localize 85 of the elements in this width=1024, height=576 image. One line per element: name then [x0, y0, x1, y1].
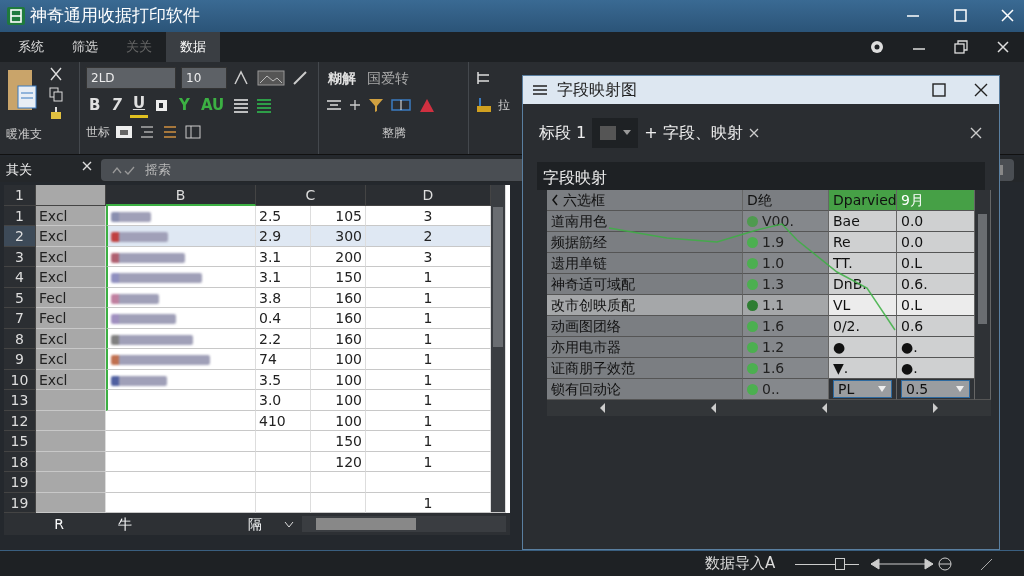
table-cell: Excl: [36, 369, 106, 390]
table-cell: Fecl: [36, 308, 106, 329]
table-cell-text: 1.6: [762, 358, 785, 378]
table-cell-text: Bae: [833, 211, 860, 231]
table-cell-text: 0.L: [901, 295, 923, 315]
table-cell-text: Re: [833, 232, 851, 252]
table-cell-text: VL: [833, 295, 851, 315]
group-label: 暖准支: [6, 126, 43, 143]
table-cell-text: ●.: [901, 358, 918, 378]
table-cell: Excl: [36, 205, 106, 226]
table-cell: Excl: [36, 226, 106, 247]
table-cell: 2.9: [256, 226, 311, 247]
table-cell-text: 1.0: [762, 253, 785, 273]
table-cell: 160: [311, 287, 366, 308]
table-cell: 100: [311, 369, 366, 390]
window-title: 神奇通用收据打印软件: [30, 4, 200, 28]
table-cell: 150: [311, 267, 366, 288]
table-cell: 100: [311, 390, 366, 411]
table-cell: Excl: [36, 267, 106, 288]
table-cell: 动画图团络: [547, 316, 743, 337]
filter-label: 标段 1: [539, 122, 587, 144]
table-cell: 300: [311, 226, 366, 247]
section-title: 字段映射: [537, 162, 985, 190]
table-cell-text: 0.6: [901, 316, 924, 336]
table-cell-text: 1.2: [762, 337, 785, 357]
table-cell: 2.2: [256, 328, 311, 349]
group-label: 拉: [498, 97, 510, 114]
table-cell-text: ●: [833, 337, 846, 357]
table-cell-text: ●.: [901, 337, 918, 357]
table-cell: 神奇适可域配: [547, 274, 743, 295]
table-cell: Excl: [36, 328, 106, 349]
table-cell: 0.4: [256, 308, 311, 329]
table-cell: Fecl: [36, 287, 106, 308]
table-cell-text: 0..: [762, 379, 780, 399]
table-cell: 锁有回动论: [547, 379, 743, 400]
table-cell: 1: [366, 369, 491, 390]
dialog-title: 字段映射图: [557, 79, 637, 101]
table-cell-text: 0.6.: [901, 274, 928, 294]
table-cell: 3: [366, 246, 491, 267]
table-cell-text: 0/2.: [833, 316, 860, 336]
table-cell-text: TT.: [833, 253, 853, 273]
table-cell-text: 0.0: [901, 211, 924, 231]
table-cell: 1: [366, 431, 491, 452]
table-cell-text: 1.6: [762, 316, 785, 336]
table-cell: 3.8: [256, 287, 311, 308]
table-cell: 1: [366, 390, 491, 411]
table-cell: Excl: [36, 349, 106, 370]
table-cell: 1: [366, 267, 491, 288]
table-cell: 改市创映质配: [547, 295, 743, 316]
table-cell: 410: [256, 410, 311, 431]
group-label: 世标: [86, 124, 110, 141]
table-cell: 1: [366, 287, 491, 308]
table-cell: 160: [311, 308, 366, 329]
table-cell: 200: [311, 246, 366, 267]
table-cell-text: 1.1: [762, 295, 785, 315]
table-cell: 3.5: [256, 369, 311, 390]
table-cell: 1: [366, 451, 491, 472]
status-text: 数据导入A: [705, 553, 776, 575]
table-cell-text: 1.9: [762, 232, 785, 252]
table-cell: 1: [366, 328, 491, 349]
table-cell: 100: [311, 410, 366, 431]
table-cell: 3.1: [256, 246, 311, 267]
table-cell: 频据筋经: [547, 232, 743, 253]
table-cell: 160: [311, 328, 366, 349]
table-cell: 120: [311, 451, 366, 472]
table-cell: 74: [256, 349, 311, 370]
table-cell: 1: [366, 410, 491, 431]
table-cell: 证商朋子效范: [547, 358, 743, 379]
group-label: 整腾: [380, 125, 407, 142]
table-cell: 3.1: [256, 267, 311, 288]
table-cell-text: 0.L: [901, 253, 923, 273]
table-cell: 2: [366, 226, 491, 247]
table-cell: 亦用电市器: [547, 337, 743, 358]
table-cell: 3.0: [256, 390, 311, 411]
table-cell: 道南用色: [547, 211, 743, 232]
table-cell-text: 1.3: [762, 274, 785, 294]
table-cell: 150: [311, 431, 366, 452]
table-cell: 1: [366, 349, 491, 370]
table-cell: 遗用单链: [547, 253, 743, 274]
table-cell-text: ▼.: [833, 358, 849, 378]
table-cell-text: V00.: [762, 211, 794, 231]
table-cell: 1: [366, 308, 491, 329]
table-cell: 100: [311, 349, 366, 370]
table-cell: Excl: [36, 246, 106, 267]
table-cell-text: 0.0: [901, 232, 924, 252]
